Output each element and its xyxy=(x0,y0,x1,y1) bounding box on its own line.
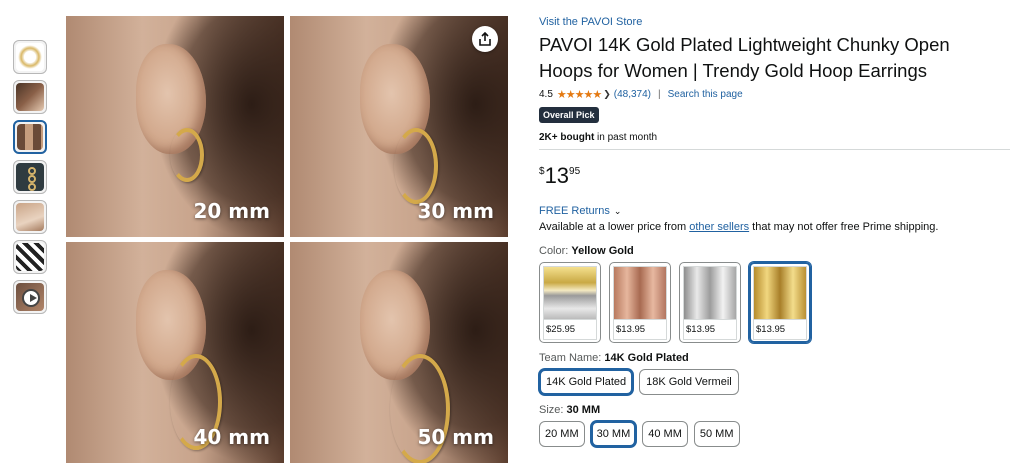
chevron-down-icon: ⌄ xyxy=(613,205,622,216)
lower-price-notice: Available at a lower price from other se… xyxy=(539,221,939,233)
image-cell-30mm: 30 mm xyxy=(290,16,508,237)
swatch-option-3[interactable]: $13.95 xyxy=(679,262,741,343)
color-label: Color: Yellow Gold xyxy=(539,245,634,257)
divider xyxy=(539,149,1010,150)
thumbnail-hoop-earring[interactable] xyxy=(13,40,47,74)
size-options: 20 MM 30 MM 40 MM 50 MM xyxy=(539,421,1011,447)
swatch-option-yellow-gold[interactable]: $13.95 xyxy=(749,262,811,343)
size-option-40mm[interactable]: 40 MM xyxy=(642,421,688,447)
share-icon[interactable] xyxy=(472,26,498,52)
size-option-50mm[interactable]: 50 MM xyxy=(693,421,740,447)
team-option-18k[interactable]: 18K Gold Vermeil xyxy=(639,369,739,395)
rating-value: 4.5 xyxy=(539,88,553,100)
price-whole: 13 xyxy=(544,163,570,188)
play-icon xyxy=(22,289,40,307)
thumbnail-product-card[interactable] xyxy=(13,160,47,194)
image-cell-50mm: 50 mm xyxy=(290,242,508,463)
thumbnail-model-portrait[interactable] xyxy=(13,80,47,114)
product-image-gallery[interactable]: 20 mm 30 mm 40 mm 50 mm xyxy=(66,16,510,463)
rating-count-link[interactable]: (48,374) xyxy=(614,89,651,100)
team-name-label: Team Name: 14K Gold Plated xyxy=(539,352,689,364)
store-link[interactable]: Visit the PAVOI Store xyxy=(539,16,1011,28)
thumbnail-size-comparison[interactable] xyxy=(13,120,47,154)
swatch-option-1[interactable]: $25.95 xyxy=(539,262,601,343)
size-option-30mm[interactable]: 30 MM xyxy=(590,421,637,447)
bought-count: 2K+ bought in past month xyxy=(539,132,658,143)
size-label: 40 mm xyxy=(193,425,270,449)
chevron-down-icon[interactable]: ❯ xyxy=(603,89,611,100)
thumbnail-video[interactable] xyxy=(13,280,47,314)
size-option-20mm[interactable]: 20 MM xyxy=(539,421,585,447)
other-sellers-link[interactable]: other sellers xyxy=(689,221,749,233)
size-label: 50 mm xyxy=(417,425,494,449)
separator: | xyxy=(658,88,661,100)
image-cell-20mm: 20 mm xyxy=(66,16,284,237)
product-info-panel: Visit the PAVOI Store PAVOI 14K Gold Pla… xyxy=(539,16,1011,447)
price: $ 13 95 xyxy=(539,164,1011,190)
thumbnail-strip xyxy=(13,40,49,320)
product-title: PAVOI 14K Gold Plated Lightweight Chunky… xyxy=(539,34,950,81)
color-swatches: $25.95 $13.95 $13.95 $13.95 xyxy=(539,262,1011,343)
rating-row: 4.5 ★★★★★ ❯ (48,374) | Search this page xyxy=(539,87,1011,101)
team-option-14k[interactable]: 14K Gold Plated xyxy=(539,369,634,395)
price-fraction: 95 xyxy=(569,166,581,177)
search-page-link[interactable]: Search this page xyxy=(668,89,743,100)
thumbnail-pattern[interactable] xyxy=(13,240,47,274)
star-rating-icon[interactable]: ★★★★★ xyxy=(557,88,602,101)
team-name-options: 14K Gold Plated 18K Gold Vermeil xyxy=(539,369,1011,395)
image-cell-40mm: 40 mm xyxy=(66,242,284,463)
size-label-row: Size: 30 MM xyxy=(539,404,601,416)
size-label: 30 mm xyxy=(417,199,494,223)
free-returns-link[interactable]: FREE Returns ⌄ xyxy=(539,205,1011,217)
swatch-option-2[interactable]: $13.95 xyxy=(609,262,671,343)
size-label: 20 mm xyxy=(193,199,270,223)
thumbnail-model-closeup[interactable] xyxy=(13,200,47,234)
overall-pick-badge: Overall Pick xyxy=(539,107,599,123)
